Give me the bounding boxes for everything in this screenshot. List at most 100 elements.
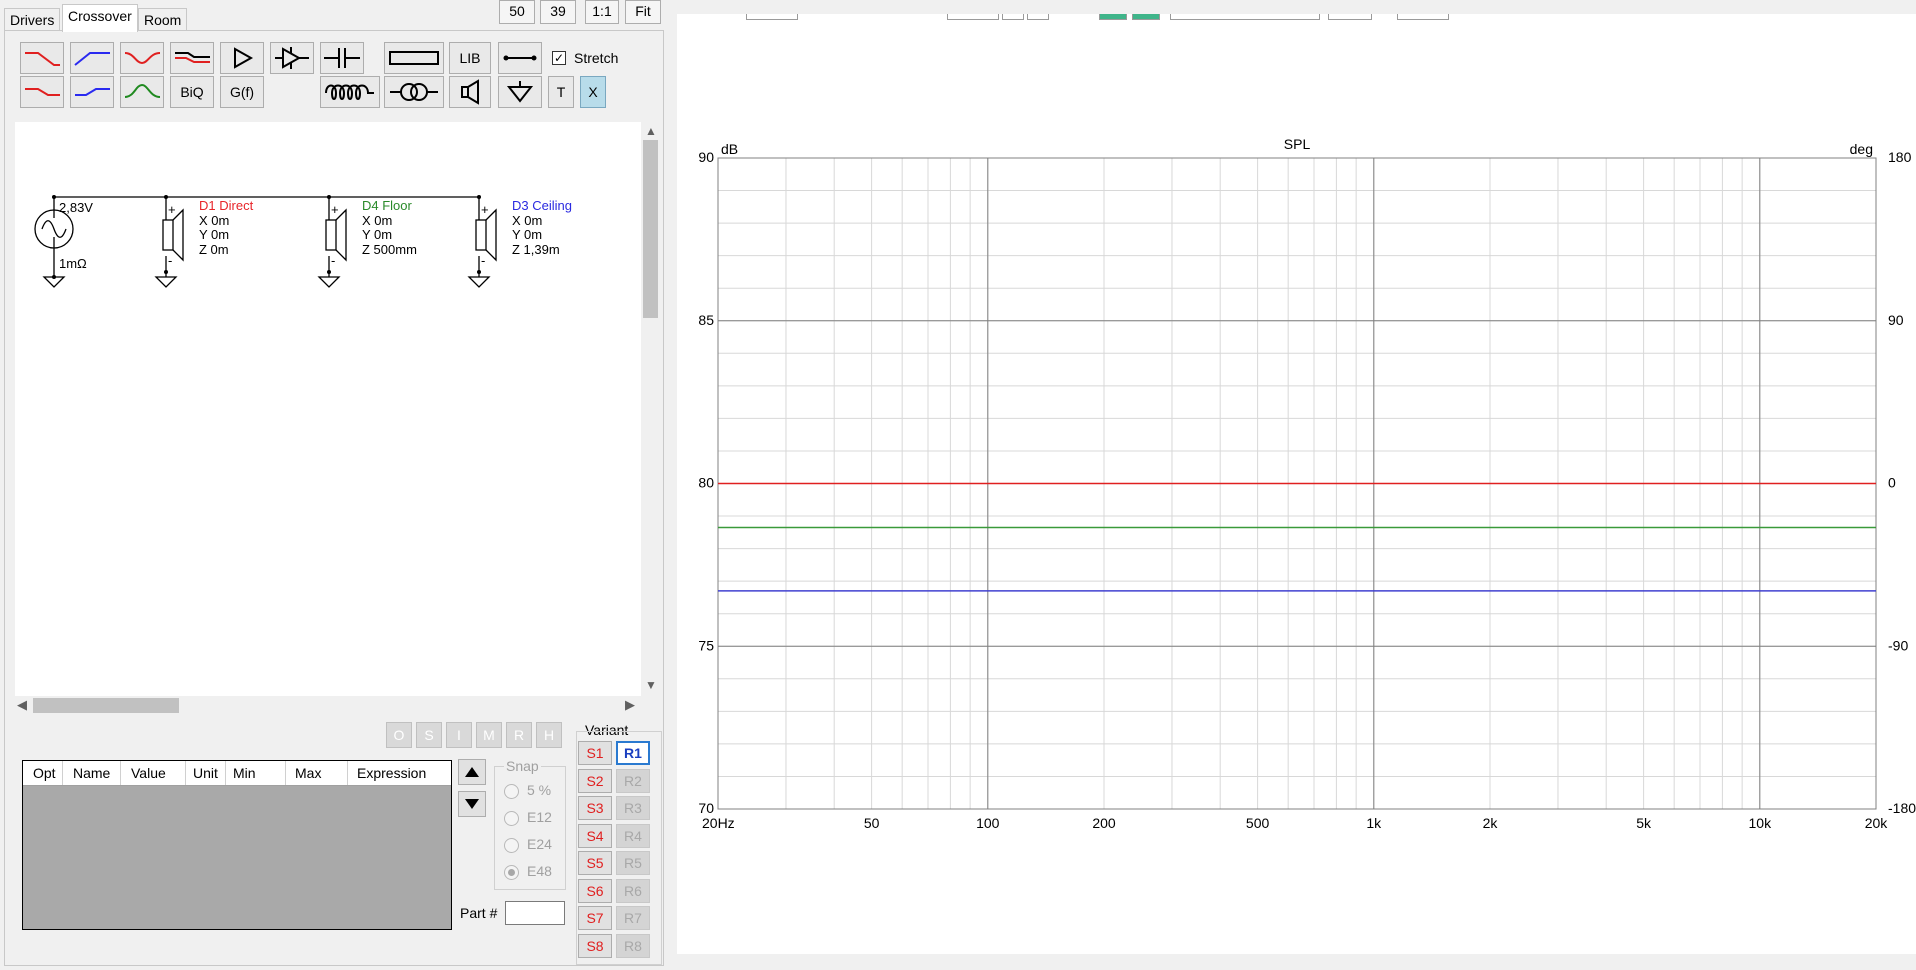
amplifier-button[interactable] <box>220 42 264 74</box>
opt-o-button[interactable]: O <box>386 722 412 748</box>
biquad-button[interactable]: BiQ <box>170 76 214 108</box>
schematic-vertical-scrollbar[interactable]: ▲ ▼ <box>641 122 659 696</box>
part-number-input[interactable] <box>505 901 565 925</box>
zoom-50-button[interactable]: 50 <box>499 0 535 24</box>
highpass-blue-button[interactable] <box>70 42 114 74</box>
inductor-button[interactable] <box>320 76 380 108</box>
snap-e24-radio[interactable] <box>504 838 519 853</box>
col-max[interactable]: Max <box>295 765 321 781</box>
variant-r4-button[interactable]: R4 <box>616 824 650 848</box>
x-label: X <box>588 84 598 100</box>
text-button[interactable]: T <box>548 76 574 108</box>
resistor-button[interactable] <box>384 42 444 74</box>
driver-d3[interactable]: D3 Ceiling X 0m Y 0m Z 1,39m <box>512 198 572 257</box>
variant-s5-button[interactable]: S5 <box>578 851 612 875</box>
col-unit[interactable]: Unit <box>193 765 218 781</box>
gf-button[interactable]: G(f) <box>220 76 264 108</box>
move-up-button[interactable] <box>458 759 486 785</box>
snap-e12-radio[interactable] <box>504 811 519 826</box>
y-tick-label: 85 <box>698 312 714 328</box>
driver-d1[interactable]: D1 Direct X 0m Y 0m Z 0m <box>199 198 253 257</box>
variant-r2-button[interactable]: R2 <box>616 769 650 793</box>
driver-y: Y 0m <box>362 227 393 242</box>
driver-x: X 0m <box>512 212 543 228</box>
opt-i-button[interactable]: I <box>446 722 472 748</box>
variant-r6-button[interactable]: R6 <box>616 879 650 903</box>
variant-s2-button[interactable]: S2 <box>578 769 612 793</box>
col-value[interactable]: Value <box>131 765 166 781</box>
ground-button[interactable] <box>498 76 542 108</box>
snap-e48-radio[interactable] <box>504 865 519 880</box>
capacitor-icon <box>324 48 360 68</box>
col-expression[interactable]: Expression <box>357 765 426 781</box>
variant-r5-button[interactable]: R5 <box>616 851 650 875</box>
scroll-up-icon[interactable]: ▲ <box>645 124 657 138</box>
x-tick-label: 2k <box>1483 815 1499 831</box>
stretch-checkbox[interactable]: ✓ <box>552 51 566 65</box>
driver-d4[interactable]: D4 Floor X 0m Y 0m Z 500mm <box>362 198 417 257</box>
lowpass-red-2-button[interactable] <box>20 76 64 108</box>
bandpass-green-button[interactable] <box>120 76 164 108</box>
variant-s7-button[interactable]: S7 <box>578 906 612 930</box>
shelf-button[interactable] <box>170 42 214 74</box>
parameter-table[interactable]: Opt Name Value Unit Min Max Expression <box>22 760 452 930</box>
opt-s-button[interactable]: S <box>416 722 442 748</box>
scroll-down-icon[interactable]: ▼ <box>645 678 657 692</box>
x-button[interactable]: X <box>580 76 606 108</box>
variant-r1-button[interactable]: R1 <box>616 741 650 765</box>
chart-panel[interactable]: 20Hz 50 100 200 500 1k 2k 5k 10k 20k 90 85 80 75 70 180… <box>677 14 1916 954</box>
y-axis-label: dB <box>721 141 738 157</box>
svg-text:+: + <box>481 202 489 217</box>
buffer-button[interactable] <box>270 42 314 74</box>
lowpass-icon <box>25 52 60 66</box>
highpass-blue-2-button[interactable] <box>70 76 114 108</box>
bandstop-red-button[interactable] <box>120 42 164 74</box>
capacitor-button[interactable] <box>320 42 364 74</box>
snap-5pct-radio[interactable] <box>504 784 519 799</box>
variant-s4-button[interactable]: S4 <box>578 824 612 848</box>
move-down-button[interactable] <box>458 791 486 817</box>
opt-h-button[interactable]: H <box>536 722 562 748</box>
bandpass-icon <box>124 83 161 98</box>
tab-room[interactable]: Room <box>138 8 188 31</box>
schematic-canvas[interactable]: + - + - + - 2,83V 1mΩ D1 Direct X 0m Y 0m Z… <box>15 122 641 696</box>
variant-s1-button[interactable]: S1 <box>578 741 612 765</box>
library-button[interactable]: LIB <box>449 42 491 74</box>
zoom-39-button[interactable]: 39 <box>540 0 576 24</box>
col-opt[interactable]: Opt <box>33 765 56 781</box>
variant-r7-button[interactable]: R7 <box>616 906 650 930</box>
variant-s8-button[interactable]: S8 <box>578 934 612 958</box>
vertical-scroll-thumb[interactable] <box>643 140 658 318</box>
schematic-horizontal-scrollbar[interactable]: ◀ ▶ <box>15 696 641 714</box>
y-tick-label: 75 <box>698 637 714 653</box>
y2-tick-label: -180 <box>1888 800 1916 816</box>
variant-s3-button[interactable]: S3 <box>578 796 612 820</box>
snap-5pct-label: 5 % <box>527 782 552 798</box>
wire-button[interactable] <box>498 42 542 74</box>
tab-crossover[interactable]: Crossover <box>62 4 138 32</box>
svg-text:-: - <box>331 253 335 268</box>
scroll-left-icon[interactable]: ◀ <box>17 697 27 713</box>
tab-drivers[interactable]: Drivers <box>4 8 61 31</box>
opt-m-button[interactable]: M <box>476 722 502 748</box>
variant-r3-button[interactable]: R3 <box>616 796 650 820</box>
col-min[interactable]: Min <box>233 765 256 781</box>
horizontal-scroll-thumb[interactable] <box>33 698 179 713</box>
svg-text:-: - <box>168 253 172 268</box>
zoom-1to1-button[interactable]: 1:1 <box>585 0 619 24</box>
inductor-icon <box>325 84 374 100</box>
driver-name: D3 Ceiling <box>512 198 572 213</box>
scroll-right-icon[interactable]: ▶ <box>625 697 635 713</box>
speaker-button[interactable] <box>449 76 491 108</box>
stretch-label: Stretch <box>574 50 619 66</box>
zoom-fit-button[interactable]: Fit <box>625 0 661 24</box>
col-name[interactable]: Name <box>73 765 110 781</box>
variant-s6-button[interactable]: S6 <box>578 879 612 903</box>
spl-chart[interactable]: 20Hz 50 100 200 500 1k 2k 5k 10k 20k 90 85 80 75 70 180… <box>677 14 1916 954</box>
lowpass-red-button[interactable] <box>20 42 64 74</box>
transformer-button[interactable] <box>384 76 444 108</box>
opt-r-button[interactable]: R <box>506 722 532 748</box>
variant-r8-button[interactable]: R8 <box>616 934 650 958</box>
x-tick-label: 100 <box>976 815 1000 831</box>
transformer-icon <box>390 83 438 101</box>
